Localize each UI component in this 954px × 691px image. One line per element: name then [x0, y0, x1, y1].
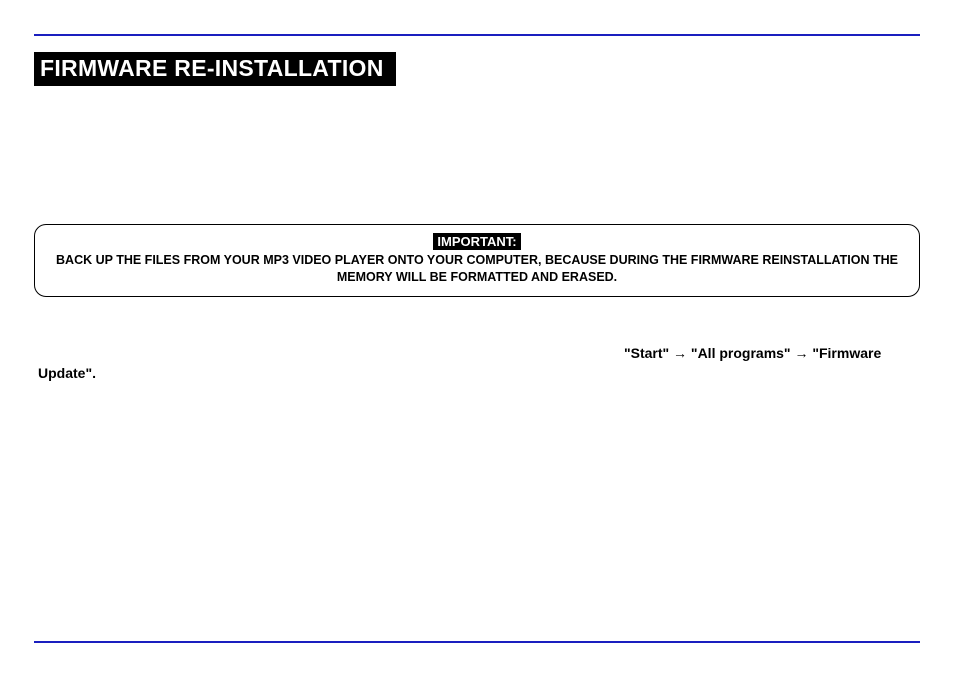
step-2: Download the latest version of the firmw… [34, 392, 920, 433]
top-rule [34, 34, 920, 36]
intro-paragraph: Your MP3 Video Player has an installed o… [34, 114, 920, 198]
bottom-rule [34, 641, 920, 643]
important-box: IMPORTANT: BACK UP THE FILES FROM YOUR M… [34, 224, 920, 297]
important-text: BACK UP THE FILES FROM YOUR MP3 VIDEO PL… [45, 252, 909, 286]
page-heading: FIRMWARE RE-INSTALLATION [34, 52, 396, 86]
important-label: IMPORTANT: [433, 233, 520, 250]
step-1: First you must install the application. … [34, 323, 920, 384]
